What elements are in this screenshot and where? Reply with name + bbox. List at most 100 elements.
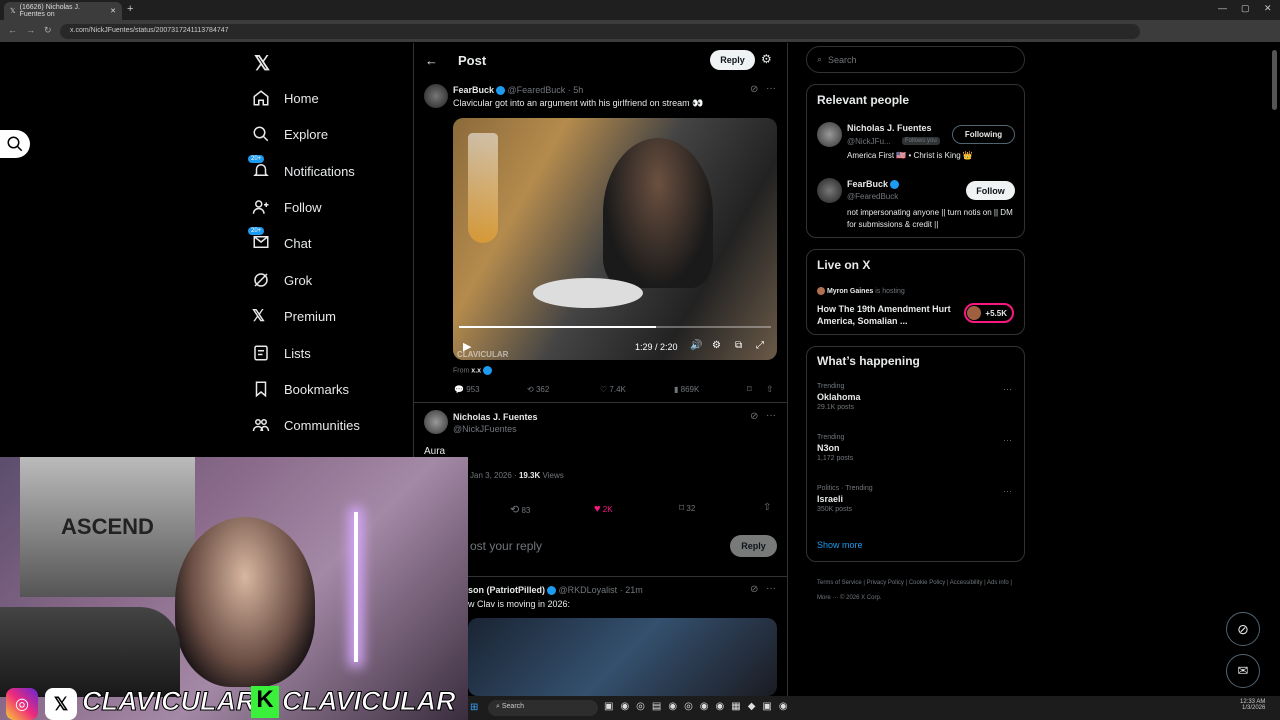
back-arrow-icon[interactable]: ←	[425, 53, 438, 68]
follow-button[interactable]: Follow	[966, 181, 1015, 200]
post-date[interactable]: Jan 3, 2026 ·	[470, 471, 517, 480]
reply-action[interactable]: 💬 953	[454, 385, 480, 394]
reply-header-button[interactable]: Reply	[710, 50, 755, 70]
footer-link[interactable]: Ads info	[987, 580, 1009, 586]
video-player[interactable]: ▶ 1:29 / 2:20 🔊 ⚙ ⧉ ⤢ CLAVICULAR	[453, 118, 777, 360]
repost-action[interactable]: ⟲ 362	[527, 385, 549, 394]
share-icon[interactable]: ⇧	[763, 502, 771, 513]
trend-item[interactable]: Politics · Trending Israeli 350K posts	[817, 485, 873, 513]
gear-icon[interactable]: ⚙	[712, 340, 721, 351]
reload-icon[interactable]: ↻	[44, 25, 52, 36]
following-button[interactable]: Following	[952, 125, 1015, 144]
person-handle[interactable]: @NickJFu...	[847, 137, 891, 146]
maximize-button[interactable]: ▢	[1241, 3, 1250, 14]
taskbar-search[interactable]: ⌕ Search	[488, 700, 598, 716]
grok-icon[interactable]: ⊘	[750, 84, 758, 95]
bookmark-icon[interactable]: ⌑	[747, 384, 752, 395]
avatar[interactable]	[424, 410, 448, 434]
like-action[interactable]: ♥ 2K	[594, 503, 613, 515]
taskbar-clock[interactable]: 12:33 AM 1/3/2026	[1240, 699, 1265, 711]
footer-link[interactable]: Cookie Policy	[909, 580, 945, 586]
like-action[interactable]: ♡ 7.4K	[600, 385, 626, 394]
zoom-icon[interactable]	[0, 130, 30, 158]
fullscreen-icon[interactable]: ⤢	[756, 340, 764, 351]
more-icon[interactable]: ···	[766, 410, 776, 421]
person-name[interactable]: FearBuck	[847, 179, 900, 190]
more-icon[interactable]: ···	[766, 83, 776, 94]
reply-input[interactable]: ost your reply	[470, 539, 542, 553]
from-handle[interactable]: x.x	[471, 367, 481, 374]
reply-media[interactable]	[468, 618, 777, 696]
trend-count: 1,172 posts	[817, 455, 854, 462]
nav-notifications[interactable]: 20+ Notifications	[248, 154, 355, 182]
close-window-button[interactable]: ✕	[1264, 3, 1272, 14]
author-handle[interactable]: @RKDLoyalist	[559, 585, 618, 595]
search-box[interactable]: ⌕ Search	[806, 46, 1025, 73]
avatar[interactable]	[817, 178, 842, 203]
person-name[interactable]: Nicholas J. Fuentes	[847, 123, 932, 133]
chair-shape	[0, 607, 180, 697]
nav-communities[interactable]: Communities	[252, 414, 360, 436]
trend-item[interactable]: Trending Oklahoma 29.1K posts	[817, 383, 861, 411]
volume-icon[interactable]: 🔊	[690, 340, 702, 351]
footer-link[interactable]: More ···	[817, 595, 838, 601]
video-progress-track[interactable]	[459, 326, 771, 328]
listeners-badge[interactable]: +5.5K	[964, 303, 1014, 323]
settings-sliders-icon[interactable]: ⚙	[761, 52, 772, 66]
pip-icon[interactable]: ⧉	[735, 340, 742, 351]
person-handle[interactable]: @FearedBuck	[847, 192, 898, 201]
forward-icon[interactable]: →	[26, 25, 35, 35]
webcam-overlay: ASCEND	[0, 457, 468, 720]
more-icon[interactable]: ···	[1003, 435, 1012, 445]
url-field[interactable]: x.com/NickJFuentes/status/20073172411137…	[60, 24, 1140, 39]
repost-action[interactable]: ⟲ 83	[510, 503, 530, 516]
taskbar-apps[interactable]: ▣◉◎▤◉◎◉◉▦◆▣◉	[604, 701, 795, 712]
author-name[interactable]: Nicholas J. Fuentes	[453, 412, 538, 422]
back-icon[interactable]: ←	[8, 25, 17, 35]
nav-explore[interactable]: Explore	[252, 123, 328, 145]
author-name[interactable]: FearBuck	[453, 85, 494, 95]
footer-link[interactable]: Terms of Service	[817, 580, 862, 586]
bookmark-action[interactable]: ⌑ 32	[679, 503, 695, 514]
minimize-button[interactable]: —	[1218, 3, 1227, 13]
browser-tab[interactable]: 𝕏 (16626) Nicholas J. Fuentes on ✕	[4, 2, 122, 20]
nav-grok[interactable]: Grok	[252, 269, 312, 291]
show-more-link[interactable]: Show more	[817, 540, 863, 550]
author-name[interactable]: son (PatriotPilled)	[468, 585, 545, 595]
trend-name: Oklahoma	[817, 392, 861, 402]
nav-lists[interactable]: Lists	[252, 342, 311, 364]
avatar[interactable]	[424, 84, 448, 108]
nav-home[interactable]: Home	[252, 87, 319, 109]
grok-icon[interactable]: ⊘	[750, 584, 758, 595]
scrollbar-thumb[interactable]	[1272, 50, 1277, 110]
footer-link[interactable]: Accessibility	[950, 580, 983, 586]
nav-chat[interactable]: 20+ Chat	[248, 226, 311, 254]
trend-item[interactable]: Trending N3on 1,172 posts	[817, 434, 853, 462]
avatar[interactable]	[817, 122, 842, 147]
reply-submit-button[interactable]: Reply	[730, 535, 777, 557]
trend-category: Politics · Trending	[817, 485, 873, 492]
grok-float-button[interactable]: ⊘	[1226, 612, 1260, 646]
more-icon[interactable]: ···	[1003, 384, 1012, 394]
author-handle[interactable]: @NickJFuentes	[453, 424, 517, 434]
messages-float-button[interactable]: ✉	[1226, 654, 1260, 688]
post-text: w Clav is moving in 2026:	[468, 599, 571, 609]
grok-icon[interactable]: ⊘	[750, 411, 758, 422]
space-title[interactable]: How The 19th Amendment Hurt America, Som…	[817, 303, 957, 327]
nav-follow[interactable]: Follow	[252, 196, 322, 218]
more-icon[interactable]: ···	[1003, 486, 1012, 496]
close-tab-icon[interactable]: ✕	[110, 7, 116, 15]
views-action[interactable]: ▮ 869K	[674, 385, 699, 394]
new-tab-button[interactable]: +	[127, 3, 133, 15]
windows-icon[interactable]: ⊞	[470, 702, 478, 713]
footer-link[interactable]: Privacy Policy	[867, 580, 904, 586]
nav-premium[interactable]: 𝕏 Premium	[252, 305, 336, 327]
author-handle[interactable]: @FearedBuck	[508, 85, 566, 95]
x-logo-icon[interactable]: 𝕏	[254, 51, 270, 76]
host-name[interactable]: Myron Gaines	[827, 288, 873, 295]
more-icon[interactable]: ···	[766, 583, 776, 594]
nav-label: Explore	[284, 126, 329, 142]
share-icon[interactable]: ⇧	[766, 384, 774, 395]
trend-name: Israeli	[817, 494, 844, 504]
nav-bookmarks[interactable]: Bookmarks	[252, 378, 349, 400]
